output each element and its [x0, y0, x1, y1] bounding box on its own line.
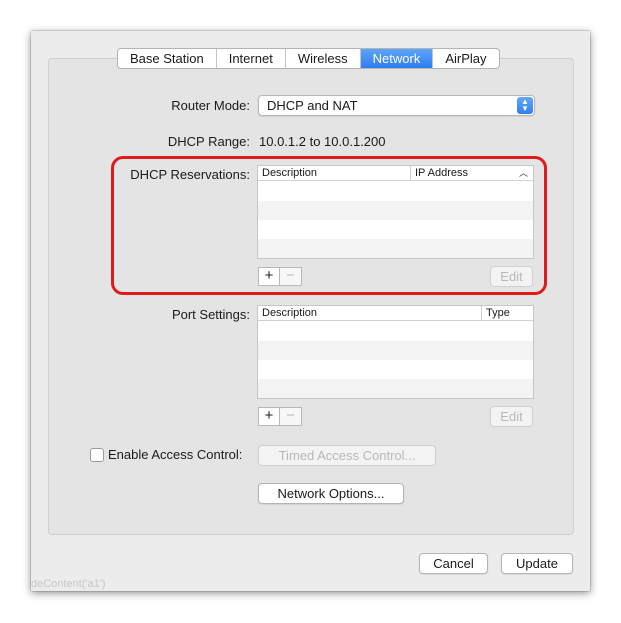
port-settings-add-remove: + −: [258, 407, 302, 426]
airport-utility-window: Base Station Internet Wireless Network A…: [31, 31, 590, 591]
table-row: [258, 341, 533, 360]
column-description[interactable]: Description: [258, 306, 482, 320]
update-button[interactable]: Update: [501, 553, 573, 574]
tab-network[interactable]: Network: [360, 49, 434, 68]
router-mode-value: DHCP and NAT: [267, 98, 358, 113]
port-settings-label: Port Settings:: [171, 307, 250, 322]
cancel-button[interactable]: Cancel: [419, 553, 488, 574]
enable-access-control-label: Enable Access Control:: [108, 447, 243, 462]
tab-wireless[interactable]: Wireless: [286, 49, 361, 68]
router-mode-popup[interactable]: DHCP and NAT ▲ ▼: [258, 95, 535, 116]
column-type[interactable]: Type: [481, 306, 510, 320]
ghost-debug-text: deContent('a1'): [31, 578, 106, 590]
remove-port-button[interactable]: −: [280, 407, 302, 426]
enable-access-control-checkbox[interactable]: [90, 448, 104, 462]
timed-access-control-button[interactable]: Timed Access Control...: [258, 445, 436, 466]
dhcp-reservations-highlight: [111, 156, 547, 295]
network-options-button[interactable]: Network Options...: [258, 483, 404, 504]
dhcp-range-value: 10.0.1.2 to 10.0.1.200: [259, 134, 386, 149]
router-mode-label: Router Mode:: [171, 98, 250, 113]
table-header: Description Type: [258, 306, 533, 321]
edit-port-button[interactable]: Edit: [490, 406, 533, 427]
port-settings-table[interactable]: Description Type: [257, 305, 534, 399]
tab-bar: Base Station Internet Wireless Network A…: [117, 48, 500, 69]
add-port-button[interactable]: +: [258, 407, 280, 426]
dhcp-range-label: DHCP Range:: [167, 134, 250, 149]
tab-base-station[interactable]: Base Station: [118, 49, 217, 68]
up-down-arrows-icon: ▲ ▼: [517, 97, 533, 114]
tab-internet[interactable]: Internet: [217, 49, 286, 68]
table-row: [258, 379, 533, 398]
tab-airplay[interactable]: AirPlay: [433, 49, 498, 68]
